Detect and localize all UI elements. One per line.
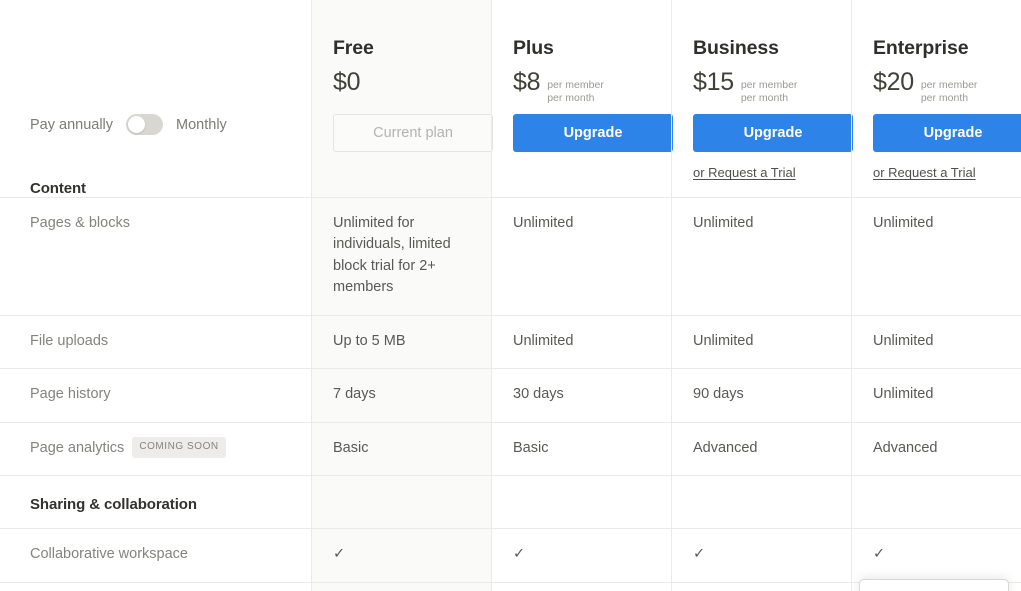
feature-value-business: 250 <box>671 581 851 591</box>
plan-price-business: $15 per member per month <box>693 68 835 104</box>
table-row: Page analytics COMING SOON Basic Basic Ad… <box>0 421 1021 476</box>
feature-value-plus: Unlimited <box>491 314 671 369</box>
table-row: Page history 7 days 30 days 90 days Unli… <box>0 368 1021 423</box>
feature-value-enterprise: Unlimited <box>851 368 1021 423</box>
feature-value-business: ✓ <box>671 528 851 583</box>
plan-card-free: Free $0 Current plan <box>311 0 493 197</box>
current-plan-button[interactable]: Current plan <box>333 114 493 153</box>
plan-name-enterprise: Enterprise <box>873 37 969 59</box>
feature-value-free: Up to 5 MB <box>311 314 491 369</box>
section-spacer-enterprise <box>851 475 1021 529</box>
plan-name-free: Free <box>333 37 374 59</box>
pricing-comparison-table: Pay annually Monthly Content Free $0 Cur… <box>0 0 1021 591</box>
plan-name-plus: Plus <box>513 37 554 59</box>
plan-name-business: Business <box>693 37 779 59</box>
feature-value-enterprise: Advanced <box>851 421 1021 476</box>
pricing-comparison-page: Pay annually Monthly Content Free $0 Cur… <box>0 0 1021 591</box>
feature-value-plus: Unlimited <box>491 197 671 316</box>
feature-value-free: 7 days <box>311 368 491 423</box>
price-amount-enterprise: $20 <box>873 68 914 97</box>
feature-label: Collaborative workspace <box>0 528 311 583</box>
price-amount-free: $0 <box>333 68 361 97</box>
switch-knob <box>128 116 146 133</box>
section-spacer-business <box>671 475 851 529</box>
feature-label-with-badge: Page analytics COMING SOON <box>0 421 311 476</box>
feature-value-business: Advanced <box>671 421 851 476</box>
feature-value-free: Basic <box>311 421 491 476</box>
plan-card-plus: Plus $8 per member per month Upgrade <box>491 0 673 197</box>
price-unit-plus: per member per month <box>547 79 604 104</box>
feature-value-business: Unlimited <box>671 197 851 316</box>
feature-label: Guest collaborators <box>0 581 311 591</box>
feature-value-enterprise: Unlimited <box>851 314 1021 369</box>
plan-header-free: Free $0 Current plan <box>311 0 493 198</box>
plan-header-business: Business $15 per member per month Upgrad… <box>671 0 853 198</box>
plans-header-row: Pay annually Monthly Content Free $0 Cur… <box>0 0 1021 198</box>
section-spacer-free <box>311 475 491 529</box>
feature-value-enterprise: ✓ <box>851 528 1021 583</box>
section-title-sharing: Sharing & collaboration <box>0 475 311 529</box>
section-header-row: Sharing & collaboration <box>0 475 1021 529</box>
plan-price-free: $0 <box>333 70 475 98</box>
billing-period-switch[interactable] <box>126 114 164 135</box>
price-amount-business: $15 <box>693 68 734 97</box>
price-unit-enterprise: per member per month <box>920 79 978 104</box>
plan-price-enterprise: $20 per member per month <box>873 68 1005 104</box>
billing-toggle-cell: Pay annually Monthly Content <box>0 0 311 198</box>
feature-value-business: Unlimited <box>671 314 851 369</box>
feature-label: Pages & blocks <box>0 197 311 316</box>
table-row: File uploads Up to 5 MB Unlimited Unlimi… <box>0 314 1021 369</box>
plan-card-business: Business $15 per member per month Upgrad… <box>671 0 853 197</box>
price-amount-plus: $8 <box>513 68 541 97</box>
plan-header-plus: Plus $8 per member per month Upgrade <box>491 0 673 198</box>
request-trial-link-business[interactable]: or Request a Trial <box>693 165 796 180</box>
feature-value-free: 10 <box>311 581 491 591</box>
feature-value-free: Unlimited for individuals, limited block… <box>311 197 491 316</box>
feature-label: Page analytics <box>30 439 125 456</box>
section-title-content: Content <box>30 180 86 197</box>
plan-header-enterprise: Enterprise $20 per member per month Upgr… <box>851 0 1021 198</box>
left-header: Pay annually Monthly Content <box>0 0 311 197</box>
feature-value-plus: 100 <box>491 581 671 591</box>
feature-value-plus: Basic <box>491 421 671 476</box>
plan-price-plus: $8 per member per month <box>513 68 655 104</box>
plan-card-enterprise: Enterprise $20 per member per month Upgr… <box>851 0 1021 197</box>
request-trial-link-enterprise[interactable]: or Request a Trial <box>873 165 976 180</box>
price-unit-business: per member per month <box>740 79 798 104</box>
feature-value-enterprise: Unlimited <box>851 197 1021 316</box>
monthly-billing-label: Monthly <box>176 116 227 133</box>
feature-value-plus: 30 days <box>491 368 671 423</box>
upgrade-button-enterprise[interactable]: Upgrade <box>873 114 1021 153</box>
feature-value-free: ✓ <box>311 528 491 583</box>
billing-toggle-group[interactable]: Pay annually Monthly <box>30 114 227 135</box>
coming-soon-badge: COMING SOON <box>132 436 226 458</box>
upgrade-button-business[interactable]: Upgrade <box>693 114 853 153</box>
feature-label: Page history <box>0 368 311 423</box>
table-row: Pages & blocks Unlimited for individuals… <box>0 197 1021 316</box>
table-row: Collaborative workspace ✓ ✓ ✓ ✓ <box>0 528 1021 583</box>
section-spacer-plus <box>491 475 671 529</box>
feature-value-plus: ✓ <box>491 528 671 583</box>
floating-help-widget[interactable] <box>859 579 1009 591</box>
annual-billing-label: Pay annually <box>30 116 114 133</box>
feature-label: File uploads <box>0 314 311 369</box>
upgrade-button-plus[interactable]: Upgrade <box>513 114 673 153</box>
feature-value-business: 90 days <box>671 368 851 423</box>
